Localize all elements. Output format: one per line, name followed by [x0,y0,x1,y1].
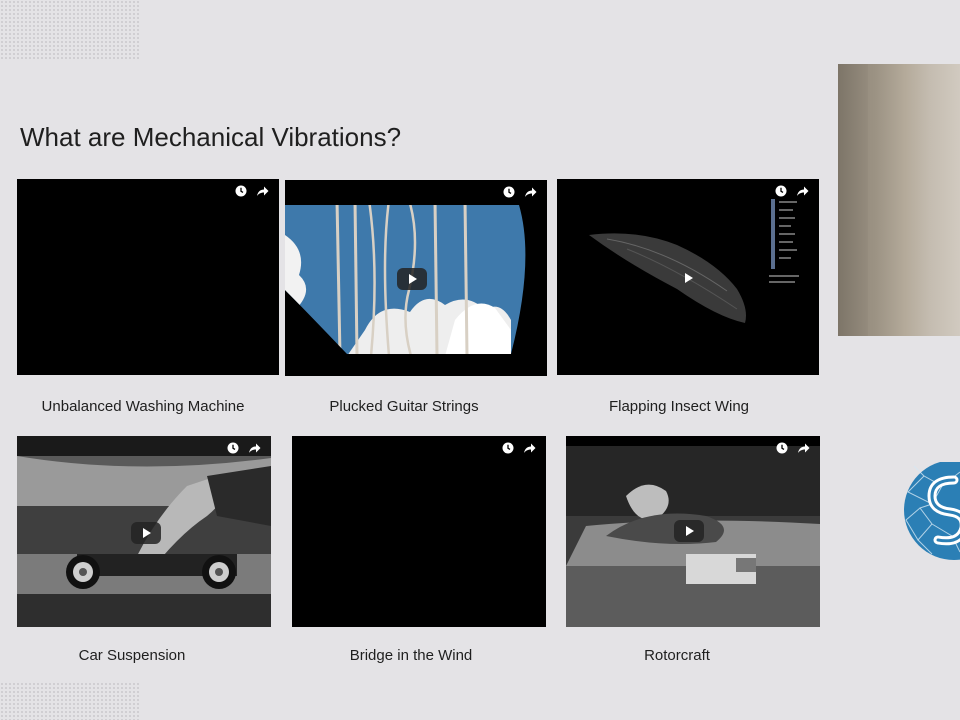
video-caption: Plucked Guitar Strings [329,398,479,415]
video-caption: Bridge in the Wind [349,647,473,664]
share-icon[interactable] [524,186,537,198]
clock-icon[interactable] [503,186,515,198]
play-button[interactable] [397,268,427,290]
clock-icon[interactable] [235,185,247,197]
video-player-rotorcraft[interactable] [566,436,820,627]
share-icon[interactable] [797,442,810,454]
video-caption: Rotorcraft [644,647,710,664]
share-icon[interactable] [256,185,269,197]
video-player-car-suspension[interactable] [17,436,271,627]
decorative-dots [0,682,140,720]
video-caption: Unbalanced Washing Machine [41,398,245,415]
webcam-background [838,64,868,336]
slide-title: What are Mechanical Vibrations? [20,122,402,152]
clock-icon[interactable] [227,442,239,454]
video-caption: Flapping Insect Wing [608,398,750,415]
play-button[interactable] [674,520,704,542]
video-player-bridge[interactable] [292,436,546,627]
clock-icon[interactable] [775,185,787,197]
video-player-guitar-strings[interactable] [285,180,547,376]
share-icon[interactable] [523,442,536,454]
presenter-webcam [838,64,960,336]
clock-icon[interactable] [502,442,514,454]
play-button[interactable] [673,267,703,289]
video-player-insect-wing[interactable] [557,179,819,375]
play-button[interactable] [131,522,161,544]
clock-icon[interactable] [776,442,788,454]
video-player-washing-machine[interactable] [17,179,279,375]
share-icon[interactable] [248,442,261,454]
institution-logo [904,462,960,560]
share-icon[interactable] [796,185,809,197]
decorative-dots [0,0,140,60]
video-caption: Car Suspension [78,647,186,664]
